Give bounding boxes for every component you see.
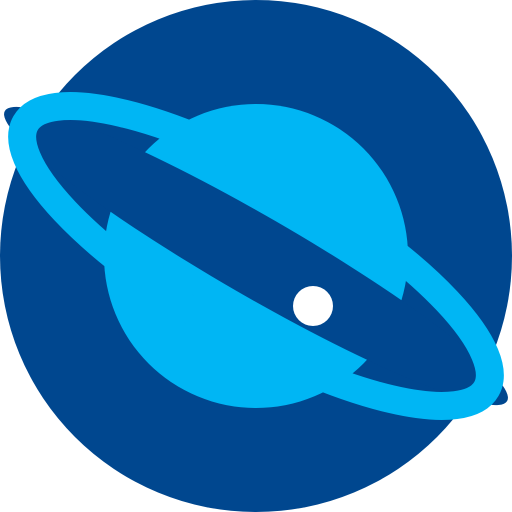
- moon-dot: [293, 286, 333, 326]
- planet-icon: [0, 0, 512, 512]
- icon-canvas: [0, 0, 512, 512]
